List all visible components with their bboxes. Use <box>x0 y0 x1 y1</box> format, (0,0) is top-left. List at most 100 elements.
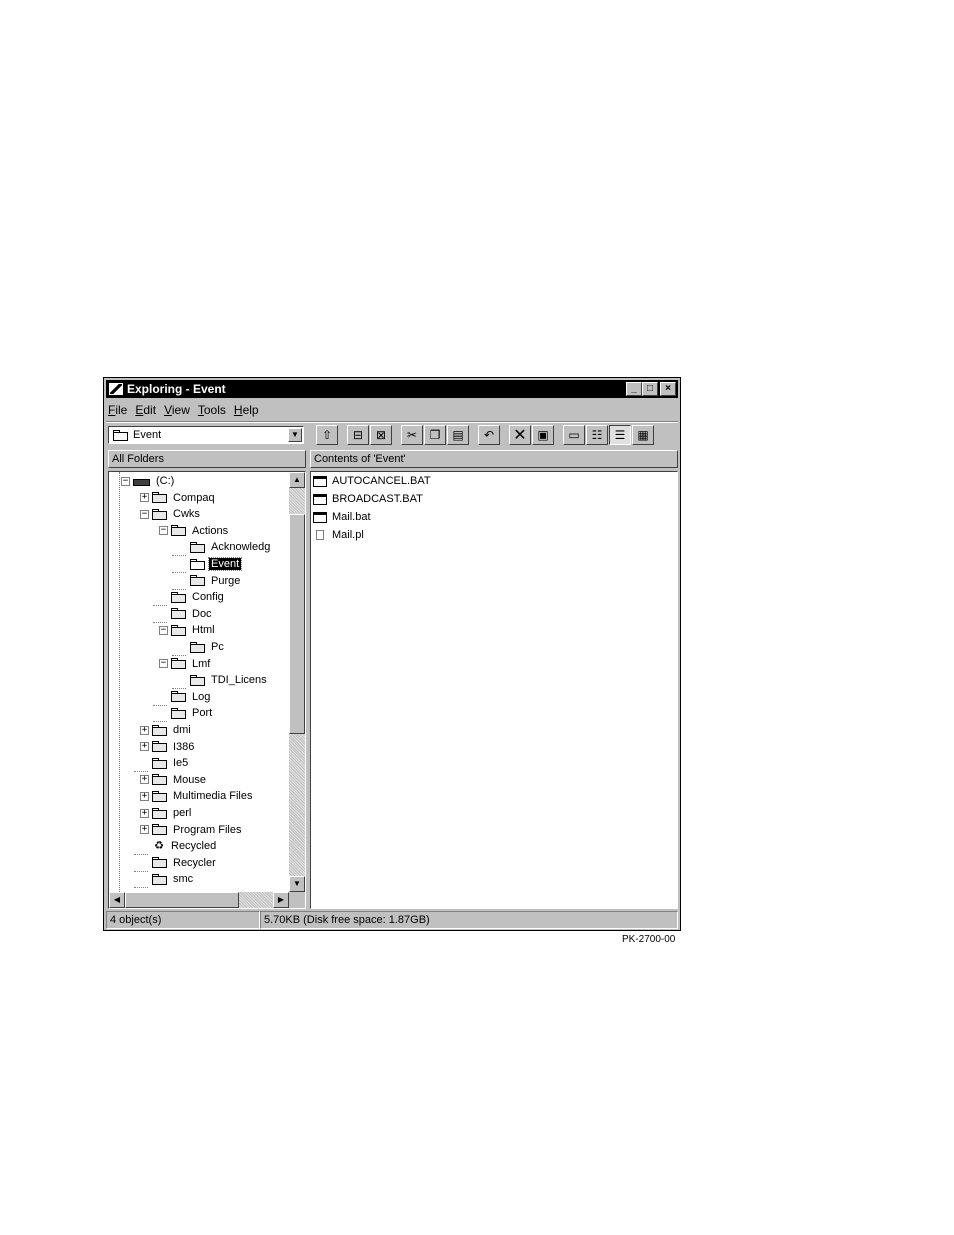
file-item[interactable]: Mail.pl <box>313 527 366 543</box>
menu-file[interactable]: File <box>108 403 127 417</box>
scroll-up-arrow-icon[interactable]: ▲ <box>289 472 305 488</box>
tree-item[interactable]: − (C:) <box>121 473 176 489</box>
tree-item[interactable]: Ie5 <box>134 755 190 773</box>
menu-view[interactable]: View <box>164 403 190 417</box>
tree-item[interactable]: Recycler <box>134 855 218 872</box>
close-button[interactable]: × <box>660 382 676 396</box>
scroll-thumb[interactable] <box>289 514 305 734</box>
expand-plus-icon[interactable]: + <box>140 791 149 801</box>
contents-list[interactable]: AUTOCANCEL.BAT BROADCAST.BAT Mail.bat Mail.… <box>310 471 678 909</box>
tree-item[interactable]: smc <box>134 871 195 889</box>
toolbar: ⇧ ⊟ ⊠ ✂ ❐ ▤ ↶ ✕ ▣ ▭ ☷ ☰ ▦ <box>316 425 655 445</box>
tree-item-label: TDI_Licens <box>211 674 267 687</box>
tree-item[interactable]: − Html <box>159 622 217 638</box>
delete-button[interactable]: ✕ <box>509 425 531 445</box>
small-icons-icon: ☷ <box>591 428 603 442</box>
details-icon: ▦ <box>637 428 649 442</box>
tree-item[interactable]: + Program Files <box>140 822 243 838</box>
tree-item[interactable]: + Mouse <box>140 772 208 788</box>
up-folder-button[interactable]: ⇧ <box>316 425 338 445</box>
file-item[interactable]: AUTOCANCEL.BAT <box>313 473 433 489</box>
tree-item[interactable]: + Compaq <box>140 490 217 506</box>
folder-icon <box>171 691 187 703</box>
tree-item[interactable]: Port <box>153 705 214 723</box>
collapse-minus-icon[interactable]: − <box>159 659 168 669</box>
menu-edit[interactable]: Edit <box>135 403 156 417</box>
tree-item[interactable]: + dmi <box>140 722 193 738</box>
tree-item[interactable]: − Cwks <box>140 506 202 522</box>
tree-item-label: Config <box>192 591 224 604</box>
list-view-button[interactable]: ☰ <box>609 425 631 445</box>
folder-tree[interactable]: − (C:) + Compaq − Cwks − Actions Acknowledg Event… <box>108 471 306 909</box>
chevron-down-icon[interactable]: ▼ <box>288 428 302 442</box>
details-view-button[interactable]: ▦ <box>632 425 654 445</box>
file-item[interactable]: BROADCAST.BAT <box>313 491 425 507</box>
menu-tools[interactable]: Tools <box>198 403 226 417</box>
tree-item[interactable]: Log <box>153 689 212 706</box>
contents-header: Contents of 'Event' <box>310 450 678 468</box>
tree-item[interactable]: Event <box>172 556 243 573</box>
expand-plus-icon[interactable]: + <box>140 808 149 818</box>
collapse-minus-icon[interactable]: − <box>159 526 168 536</box>
scroll-down-arrow-icon[interactable]: ▼ <box>289 876 305 892</box>
expand-plus-icon[interactable]: + <box>140 725 149 735</box>
undo-button[interactable]: ↶ <box>478 425 500 445</box>
address-dropdown[interactable]: Event ▼ <box>108 426 304 444</box>
folder-icon <box>152 824 168 836</box>
paste-button[interactable]: ▤ <box>447 425 469 445</box>
expand-plus-icon[interactable]: + <box>140 775 149 785</box>
status-size: 5.70KB (Disk free space: 1.87GB) <box>260 911 678 929</box>
expand-plus-icon[interactable]: + <box>140 493 149 503</box>
tree-item[interactable]: ♻ Recycled <box>134 838 218 856</box>
tree-item[interactable]: Config <box>153 589 226 607</box>
large-icons-icon: ▭ <box>568 428 580 442</box>
expand-plus-icon[interactable]: + <box>140 742 149 752</box>
tree-horizontal-scrollbar[interactable]: ◀ ▶ <box>109 892 289 908</box>
tree-item-label: Recycled <box>171 840 217 853</box>
title-bar[interactable]: Exploring - Event _ □ × <box>106 380 678 398</box>
batch-file-icon <box>313 493 327 505</box>
tree-item[interactable]: TDI_Licens <box>172 672 269 690</box>
tree-item[interactable]: Doc <box>153 606 214 623</box>
map-drive-icon: ⊟ <box>352 428 364 442</box>
scissors-icon: ✂ <box>406 428 418 442</box>
tree-item[interactable]: Acknowledg <box>172 539 272 557</box>
scrollbar-corner <box>289 892 305 908</box>
tree-item[interactable]: Pc <box>172 639 226 656</box>
tree-item[interactable]: Purge <box>172 573 242 590</box>
tree-item-label: Doc <box>192 607 212 620</box>
tree-item-label: Multimedia Files <box>173 790 253 803</box>
tree-item[interactable]: − Lmf <box>159 656 212 672</box>
copy-button[interactable]: ❐ <box>424 425 446 445</box>
paste-icon: ▤ <box>452 428 464 442</box>
menu-help[interactable]: Help <box>234 403 259 417</box>
large-icons-button[interactable]: ▭ <box>563 425 585 445</box>
folder-icon <box>152 492 168 504</box>
collapse-minus-icon[interactable]: − <box>159 625 168 635</box>
collapse-minus-icon[interactable]: − <box>121 476 130 486</box>
file-item[interactable]: Mail.bat <box>313 509 373 525</box>
cut-button[interactable]: ✂ <box>401 425 423 445</box>
contents-label: Contents of 'Event' <box>314 453 406 465</box>
tree-item[interactable]: + I386 <box>140 739 196 755</box>
explorer-app-icon[interactable] <box>109 383 123 395</box>
expand-plus-icon[interactable]: + <box>140 825 149 835</box>
scroll-left-arrow-icon[interactable]: ◀ <box>109 892 125 908</box>
disconnect-drive-button[interactable]: ⊠ <box>370 425 392 445</box>
properties-button[interactable]: ▣ <box>532 425 554 445</box>
undo-icon: ↶ <box>483 428 495 442</box>
tree-item[interactable]: + perl <box>140 805 193 821</box>
horizontal-scroll-thumb[interactable] <box>125 892 239 908</box>
minimize-button[interactable]: _ <box>626 382 642 396</box>
tree-item[interactable]: + Multimedia Files <box>140 788 254 804</box>
collapse-minus-icon[interactable]: − <box>140 509 149 519</box>
folder-icon <box>171 525 187 537</box>
small-icons-button[interactable]: ☷ <box>586 425 608 445</box>
scroll-right-arrow-icon[interactable]: ▶ <box>273 892 289 908</box>
window-title: Exploring - Event <box>127 382 226 396</box>
tree-vertical-scrollbar[interactable]: ▲ ▼ <box>289 472 305 892</box>
maximize-button[interactable]: □ <box>642 382 658 396</box>
tree-item-label: smc <box>173 873 194 886</box>
map-drive-button[interactable]: ⊟ <box>347 425 369 445</box>
tree-item[interactable]: − Actions <box>159 523 230 539</box>
